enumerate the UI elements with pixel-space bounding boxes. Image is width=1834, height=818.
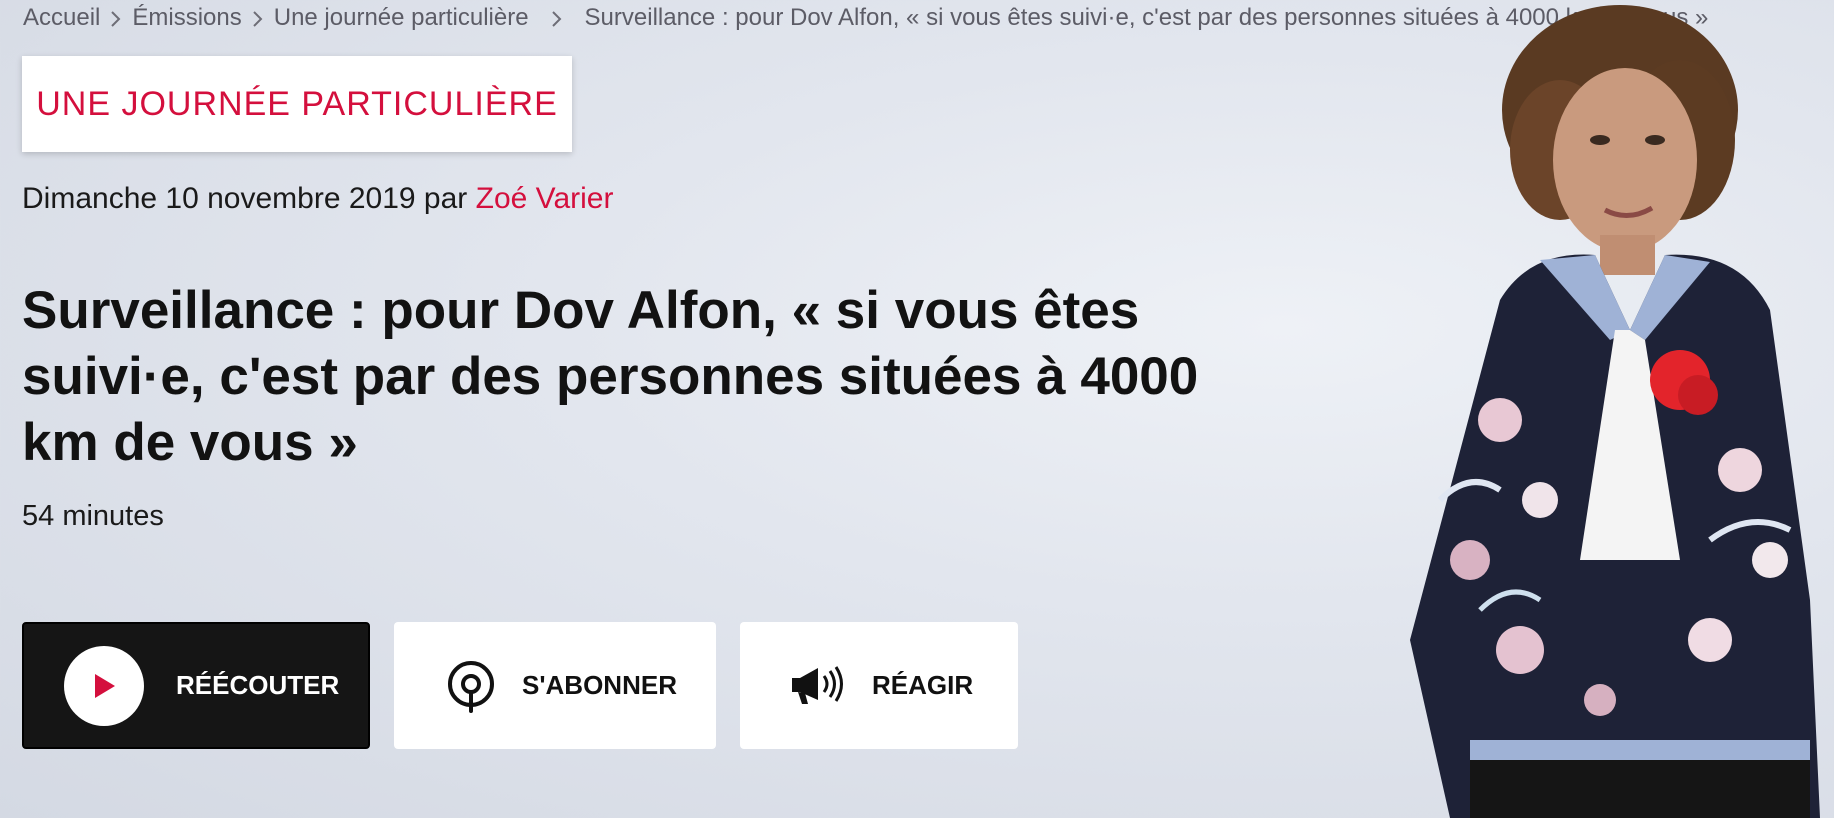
breadcrumb-item-emissions[interactable]: Émissions: [132, 4, 241, 32]
episode-duration: 54 minutes: [22, 500, 164, 532]
page-title: Surveillance : pour Dov Alfon, « si vous…: [22, 281, 1199, 472]
action-bar: RÉÉCOUTER S'ABONNER RÉAGIR: [22, 622, 1018, 749]
episode-date: Dimanche 10 novembre 2019: [22, 182, 416, 215]
chevron-right-icon: [100, 5, 132, 31]
chevron-right-icon: [529, 5, 585, 31]
chevron-right-icon: [242, 5, 274, 31]
breadcrumb-item-home[interactable]: Accueil: [23, 4, 100, 32]
react-label: RÉAGIR: [872, 670, 974, 700]
author-link[interactable]: Zoé Varier: [476, 182, 614, 215]
subscribe-label: S'ABONNER: [522, 670, 677, 700]
megaphone-icon: [790, 664, 846, 708]
podcast-icon: [446, 659, 496, 713]
breadcrumb-item-show[interactable]: Une journée particulière: [274, 4, 529, 32]
play-icon: [64, 645, 144, 726]
subscribe-button[interactable]: S'ABONNER: [394, 622, 716, 749]
react-button[interactable]: RÉAGIR: [740, 622, 1018, 749]
replay-button[interactable]: RÉÉCOUTER: [22, 622, 370, 749]
host-portrait: [1380, 0, 1834, 818]
episode-meta: Dimanche 10 novembre 2019 par Zoé Varier: [22, 182, 613, 216]
by-label: par: [423, 182, 468, 215]
show-name-link[interactable]: UNE JOURNÉE PARTICULIÈRE: [22, 56, 572, 152]
replay-label: RÉÉCOUTER: [176, 670, 340, 700]
